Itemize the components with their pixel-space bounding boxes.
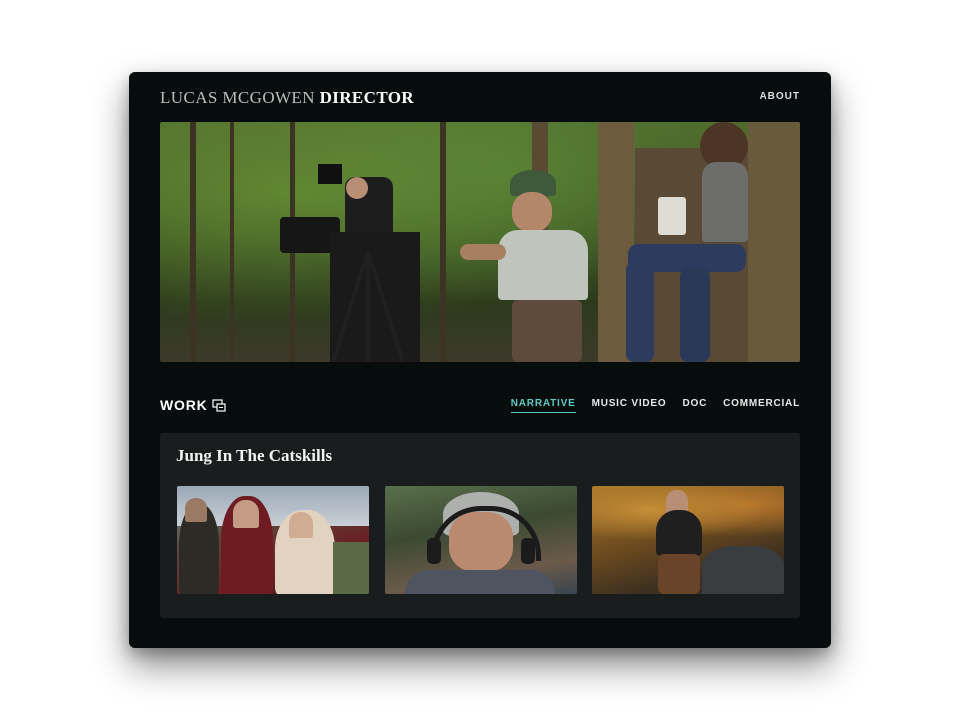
filter-narrative[interactable]: NARRATIVE	[510, 398, 576, 413]
filter-commercial[interactable]: COMMERCIAL	[723, 398, 800, 413]
actress-legs	[680, 268, 710, 362]
person-legs	[658, 554, 700, 594]
site-name: LUCAS MCGOWEN	[160, 88, 315, 107]
film-clapper-icon	[211, 398, 226, 412]
headphone-cup	[427, 538, 441, 564]
person-shirt	[405, 570, 555, 594]
hero-image	[160, 122, 800, 362]
person-head	[289, 512, 313, 538]
site-window: LUCAS MCGOWEN DIRECTOR ABOUT WORK NARRAT…	[129, 72, 831, 648]
person-head	[185, 498, 207, 522]
filter-music-video[interactable]: MUSIC VIDEO	[592, 398, 667, 413]
tripod-icon	[331, 252, 405, 362]
director-hoodie	[498, 230, 588, 300]
tree-trunk	[190, 122, 196, 362]
project-thumbnail[interactable]	[385, 486, 577, 594]
tree-trunk	[440, 122, 446, 362]
project-card[interactable]: Jung In The Catskills	[160, 433, 800, 618]
tree-trunk	[230, 122, 234, 362]
project-title[interactable]: Jung In The Catskills	[176, 446, 332, 466]
operator-head	[346, 177, 368, 199]
work-filter-tabs: NARRATIVE MUSIC VIDEO DOC COMMERCIAL	[510, 398, 800, 413]
director-legs	[512, 300, 582, 362]
actress-legs	[626, 262, 654, 362]
headphone-cup	[521, 538, 535, 564]
wooden-post	[748, 122, 800, 362]
site-title[interactable]: LUCAS MCGOWEN DIRECTOR	[160, 88, 414, 108]
trees	[333, 542, 369, 594]
person-head	[233, 500, 259, 528]
actress-jacket	[702, 162, 748, 242]
camera-monitor	[318, 164, 342, 184]
work-section-title: WORK	[160, 397, 226, 413]
nav-about-link[interactable]: ABOUT	[759, 91, 800, 102]
rock	[702, 546, 784, 594]
person-figure	[656, 510, 702, 556]
director-head	[512, 192, 552, 232]
filter-doc[interactable]: DOC	[682, 398, 707, 413]
site-role: DIRECTOR	[319, 88, 415, 107]
bucket	[658, 197, 686, 235]
director-hand	[460, 244, 506, 260]
project-thumbnail[interactable]	[592, 486, 784, 594]
work-title: WORK	[160, 397, 208, 413]
project-thumbnail[interactable]	[177, 486, 369, 594]
